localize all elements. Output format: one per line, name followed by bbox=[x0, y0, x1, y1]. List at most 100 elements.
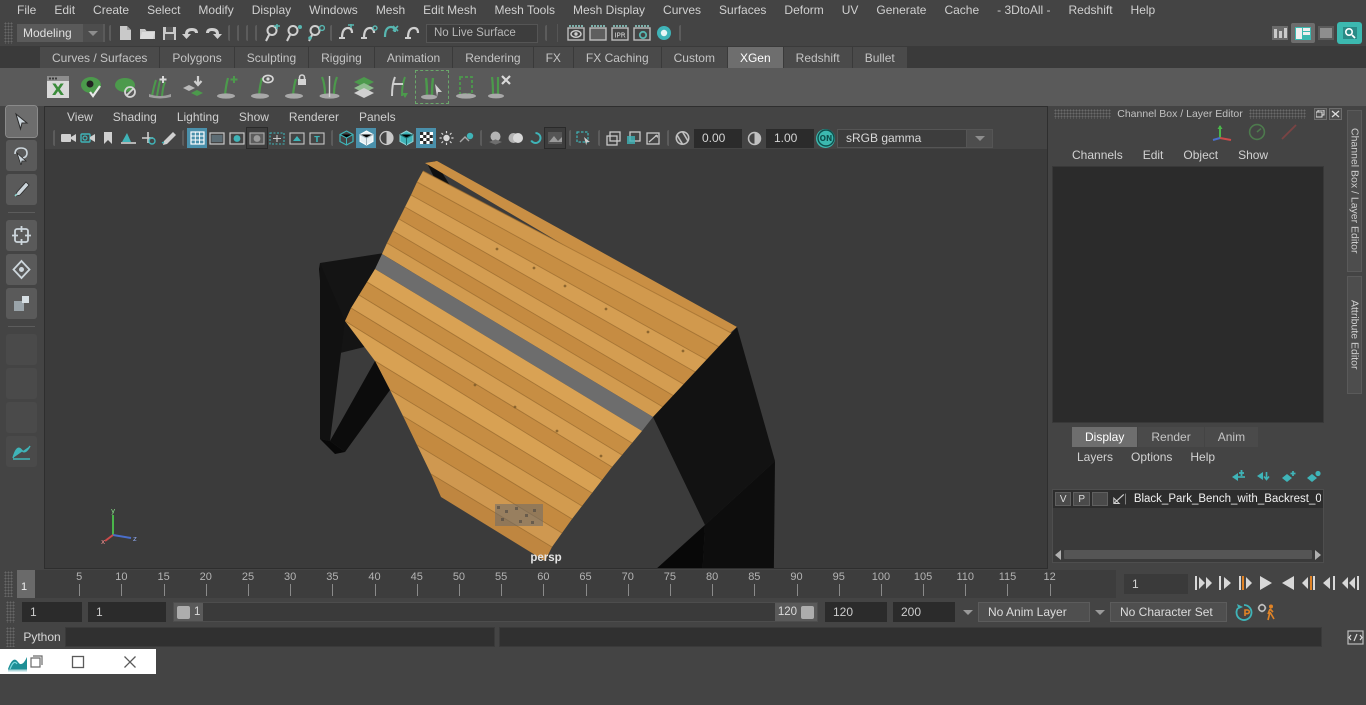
speedometer-icon[interactable] bbox=[1248, 123, 1266, 144]
tab-anim[interactable]: Anim bbox=[1205, 427, 1258, 447]
xgen-tool-button[interactable] bbox=[6, 436, 37, 467]
xgen-delete-guide-icon[interactable] bbox=[484, 71, 516, 103]
select-by-component-icon[interactable] bbox=[304, 22, 326, 44]
xgen-editor-icon[interactable]: X bbox=[42, 71, 74, 103]
shelf-tab-xgen[interactable]: XGen bbox=[728, 47, 783, 68]
menu-generate[interactable]: Generate bbox=[867, 0, 935, 20]
play-forwards-icon[interactable] bbox=[1279, 575, 1296, 594]
slash-icon[interactable] bbox=[1280, 123, 1298, 144]
anim-start-field[interactable]: 1 bbox=[22, 602, 82, 622]
table-row[interactable]: V P Black_Park_Bench_with_Backrest_002_ bbox=[1053, 490, 1323, 508]
menu-mesh[interactable]: Mesh bbox=[367, 0, 414, 20]
menu-3dtoall[interactable]: - 3DtoAll - bbox=[988, 0, 1059, 20]
range-knob[interactable] bbox=[801, 606, 814, 619]
vtab-channel-box-layer-editor[interactable]: Channel Box / Layer Editor bbox=[1347, 110, 1362, 272]
new-layer-icon[interactable] bbox=[1281, 470, 1297, 486]
scroll-left-arrow-icon[interactable] bbox=[1055, 550, 1061, 560]
gamma-field[interactable]: 1.00 bbox=[766, 129, 814, 148]
color-management-on-icon[interactable]: ON bbox=[816, 129, 835, 148]
scale-tool-button[interactable] bbox=[6, 288, 37, 319]
xgen-mirror-guide-icon[interactable] bbox=[314, 71, 346, 103]
menuset-selector[interactable]: Modeling bbox=[17, 24, 105, 42]
viewport-menu-panels[interactable]: Panels bbox=[349, 107, 406, 127]
screen-space-ao-icon[interactable] bbox=[505, 128, 525, 148]
channels-menu[interactable]: Channels bbox=[1062, 148, 1133, 162]
soft-select-button[interactable] bbox=[6, 402, 37, 433]
viewport-menu-show[interactable]: Show bbox=[229, 107, 279, 127]
select-by-object-icon[interactable] bbox=[282, 22, 304, 44]
step-forward-frame-icon[interactable] bbox=[1300, 575, 1316, 594]
show-manipulator-button[interactable] bbox=[6, 368, 37, 399]
shelf-tab-rigging[interactable]: Rigging bbox=[309, 47, 374, 68]
grid-toggle-icon[interactable] bbox=[187, 128, 207, 148]
xgen-add-description-icon[interactable] bbox=[144, 71, 176, 103]
edit-menu[interactable]: Edit bbox=[1133, 148, 1174, 162]
menu-help[interactable]: Help bbox=[1122, 0, 1165, 20]
menu-uv[interactable]: UV bbox=[833, 0, 868, 20]
xray-active-components-icon[interactable] bbox=[643, 128, 663, 148]
step-back-keyframe-icon[interactable] bbox=[1218, 575, 1234, 594]
image-plane-icon[interactable] bbox=[118, 128, 138, 148]
bookmark-icon[interactable] bbox=[98, 128, 118, 148]
help-search-icon[interactable] bbox=[1337, 22, 1362, 44]
redo-icon[interactable] bbox=[202, 22, 224, 44]
xgen-convert-guide-icon[interactable] bbox=[382, 71, 414, 103]
anim-layer-field[interactable]: No Anim Layer bbox=[978, 602, 1090, 622]
menu-redshift[interactable]: Redshift bbox=[1060, 0, 1122, 20]
xgen-add-guide-icon[interactable] bbox=[212, 71, 244, 103]
shelf-tab-redshift[interactable]: Redshift bbox=[784, 47, 852, 68]
command-line-grip[interactable] bbox=[6, 627, 15, 647]
smooth-shade-all-icon[interactable] bbox=[356, 128, 376, 148]
gamma-icon[interactable] bbox=[744, 128, 764, 148]
shelf-tab-polygons[interactable]: Polygons bbox=[160, 47, 233, 68]
xgen-preview-off-icon[interactable] bbox=[110, 71, 142, 103]
two-sided-lighting-icon[interactable] bbox=[456, 128, 476, 148]
multisample-aa-icon[interactable] bbox=[545, 128, 565, 148]
snap-to-grid-icon[interactable] bbox=[335, 22, 357, 44]
menu-mesh-tools[interactable]: Mesh Tools bbox=[486, 0, 564, 20]
panel-grip-right[interactable] bbox=[1249, 109, 1306, 119]
close-icon[interactable] bbox=[1329, 108, 1342, 120]
go-to-start-icon[interactable] bbox=[1194, 575, 1214, 594]
layer-list-scrollbar[interactable] bbox=[1055, 549, 1321, 560]
xgen-select-guide-icon[interactable] bbox=[416, 71, 448, 103]
layer-type-toggle[interactable] bbox=[1092, 492, 1108, 506]
range-end-handle[interactable]: 120 bbox=[775, 603, 817, 621]
range-slider-grip[interactable] bbox=[6, 601, 15, 623]
move-layer-down-icon[interactable] bbox=[1256, 470, 1272, 486]
save-scene-icon[interactable] bbox=[158, 22, 180, 44]
undo-icon[interactable] bbox=[180, 22, 202, 44]
time-slider-grip[interactable] bbox=[4, 571, 13, 597]
restore-icon[interactable] bbox=[1314, 108, 1327, 120]
xray-joints-icon[interactable] bbox=[623, 128, 643, 148]
menu-deform[interactable]: Deform bbox=[775, 0, 832, 20]
sidebar-toggle-2-icon[interactable] bbox=[1291, 23, 1315, 43]
snap-to-curve-icon[interactable] bbox=[357, 22, 379, 44]
shelf-tab-fx[interactable]: FX bbox=[534, 47, 573, 68]
open-scene-icon[interactable] bbox=[136, 22, 158, 44]
options-menu[interactable]: Options bbox=[1122, 450, 1181, 464]
display-layer-list[interactable]: V P Black_Park_Bench_with_Backrest_002_ bbox=[1052, 489, 1324, 563]
color-profile-dropdown-icon[interactable] bbox=[967, 129, 993, 148]
shaded-wireframe-icon[interactable] bbox=[396, 128, 416, 148]
command-result-field[interactable] bbox=[499, 627, 1322, 647]
render-sequence-icon[interactable] bbox=[587, 22, 609, 44]
channel-box-list[interactable] bbox=[1052, 166, 1324, 423]
2d-pan-zoom-icon[interactable] bbox=[138, 128, 158, 148]
layer-visibility-toggle[interactable]: V bbox=[1055, 492, 1071, 506]
xgen-sculpt-layer-icon[interactable] bbox=[348, 71, 380, 103]
anim-end-field[interactable]: 200 bbox=[893, 602, 955, 622]
help-menu[interactable]: Help bbox=[1181, 450, 1224, 464]
textured-icon[interactable] bbox=[416, 128, 436, 148]
shelf-tab-rendering[interactable]: Rendering bbox=[453, 47, 532, 68]
chevron-down-icon[interactable] bbox=[83, 24, 103, 42]
current-time-indicator[interactable]: 1 bbox=[17, 570, 35, 598]
command-language-label[interactable]: Python bbox=[19, 630, 65, 644]
select-by-hierarchy-icon[interactable] bbox=[260, 22, 282, 44]
script-editor-icon[interactable] bbox=[1344, 630, 1366, 645]
vtab-attribute-editor[interactable]: Attribute Editor bbox=[1347, 276, 1362, 394]
tab-render[interactable]: Render bbox=[1138, 427, 1203, 447]
viewport-menu-shading[interactable]: Shading bbox=[103, 107, 167, 127]
character-set-field[interactable]: No Character Set bbox=[1110, 602, 1227, 622]
close-window-icon[interactable] bbox=[104, 649, 156, 674]
